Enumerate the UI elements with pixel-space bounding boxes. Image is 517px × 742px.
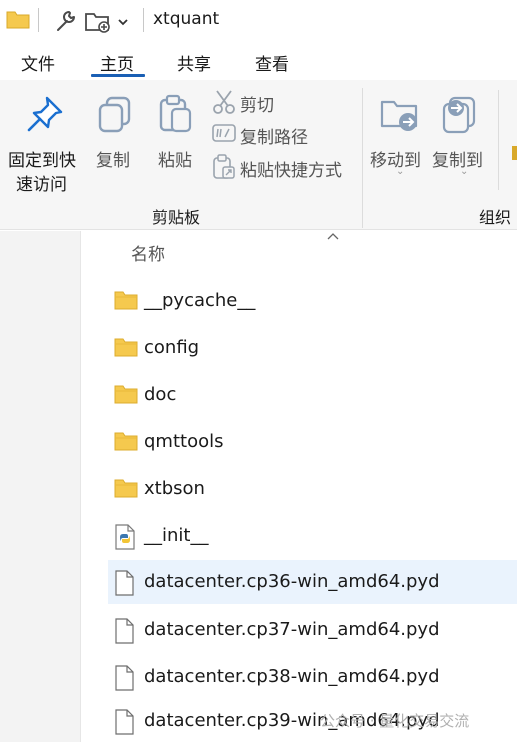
list-item[interactable]: __init__: [108, 514, 517, 558]
python-file-icon: [114, 524, 136, 554]
folder-icon: [114, 383, 138, 409]
paste-shortcut-icon[interactable]: [212, 154, 236, 184]
pin-to-quick-access-label-2[interactable]: 速访问: [16, 170, 67, 195]
folder-icon: [114, 289, 138, 315]
new-folder-icon[interactable]: [84, 8, 112, 38]
list-item[interactable]: __pycache__: [108, 279, 517, 323]
list-item[interactable]: config: [108, 326, 517, 370]
pin-icon[interactable]: [25, 94, 65, 138]
file-name: qmttools: [144, 431, 224, 452]
tab-share[interactable]: 共享: [177, 50, 211, 75]
title-bar: xtquant: [0, 0, 517, 40]
move-to-dropdown-icon[interactable]: ⌄: [396, 166, 404, 177]
file-icon: [114, 570, 134, 600]
folder-icon: [114, 336, 138, 362]
chevron-down-icon[interactable]: [117, 13, 129, 32]
group-divider-2: [498, 90, 499, 190]
clipboard-group-label: 剪贴板: [152, 208, 201, 227]
file-name: datacenter.cp36-win_amd64.pyd: [144, 571, 440, 592]
folder-icon: [114, 477, 138, 503]
navigation-pane[interactable]: [0, 231, 80, 742]
file-name: datacenter.cp38-win_amd64.pyd: [144, 666, 440, 687]
list-item[interactable]: qmttools: [108, 420, 517, 464]
folder-icon: [6, 8, 30, 34]
copy-to-icon[interactable]: [440, 94, 480, 138]
file-icon: [114, 665, 134, 695]
rename-icon-partial[interactable]: [512, 142, 517, 166]
paste-label[interactable]: 粘贴: [158, 146, 192, 171]
file-name: config: [144, 337, 200, 358]
pin-to-quick-access-label-1[interactable]: 固定到快: [8, 146, 76, 171]
move-to-icon[interactable]: [380, 94, 420, 138]
properties-wrench-icon[interactable]: [52, 8, 78, 38]
list-item-selected[interactable]: datacenter.cp36-win_amd64.pyd: [108, 560, 517, 604]
copy-icon[interactable]: [97, 96, 133, 138]
cut-label[interactable]: 剪切: [240, 91, 274, 116]
paste-icon[interactable]: [158, 94, 194, 138]
paste-shortcut-label[interactable]: 粘贴快捷方式: [240, 156, 342, 181]
group-divider: [362, 88, 363, 228]
file-name: doc: [144, 384, 177, 405]
file-icon: [114, 709, 134, 739]
window-title: xtquant: [153, 9, 220, 29]
file-name: __pycache__: [144, 290, 256, 311]
file-icon: [114, 618, 134, 648]
tab-file[interactable]: 文件: [21, 50, 55, 75]
copy-to-label[interactable]: 复制到: [432, 146, 483, 171]
scissors-icon[interactable]: [212, 89, 236, 119]
list-item[interactable]: datacenter.cp37-win_amd64.pyd: [108, 608, 517, 652]
tab-home[interactable]: 主页: [100, 50, 134, 75]
copy-to-dropdown-icon[interactable]: ⌄: [460, 166, 468, 177]
active-tab-indicator: [91, 74, 145, 77]
list-item[interactable]: doc: [108, 373, 517, 417]
file-name: xtbson: [144, 478, 205, 499]
organize-group-label: 组织: [479, 208, 512, 227]
ribbon-panel: 固定到快 速访问 复制 粘贴 剪切 复制路径 粘贴快捷方式 剪贴板 移动到 ⌄ …: [0, 80, 517, 230]
sort-ascending-icon[interactable]: [326, 226, 340, 245]
name-column-header[interactable]: 名称: [131, 240, 165, 265]
tab-view[interactable]: 查看: [255, 50, 289, 75]
file-name: datacenter.cp37-win_amd64.pyd: [144, 619, 440, 640]
ribbon-tabs: 文件 主页 共享 查看: [0, 40, 517, 80]
list-item[interactable]: datacenter.cp38-win_amd64.pyd: [108, 655, 517, 699]
copy-path-label[interactable]: 复制路径: [240, 123, 308, 148]
copy-label[interactable]: 复制: [96, 146, 130, 171]
file-name: __init__: [144, 525, 209, 546]
folder-icon: [114, 430, 138, 456]
copy-path-icon[interactable]: [212, 122, 236, 148]
watermark: 公众号 · 量化交易交流: [320, 712, 470, 730]
pane-divider: [80, 231, 81, 742]
list-item[interactable]: xtbson: [108, 467, 517, 511]
